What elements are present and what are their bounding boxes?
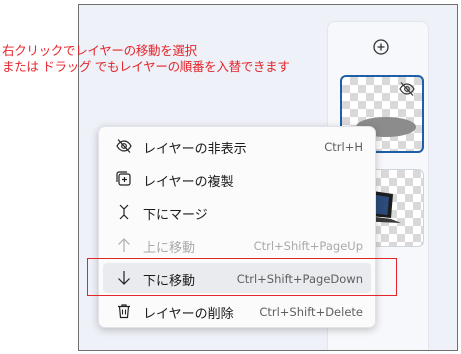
trash-icon	[118, 304, 130, 319]
menu-item-duplicate-layer[interactable]: レイヤーの複製	[103, 164, 371, 194]
menu-item-label: レイヤーの非表示	[143, 142, 247, 157]
merge-down-icon	[119, 204, 129, 220]
eye-off-icon[interactable]	[398, 81, 416, 97]
menu-item-move-up[interactable]: 上に移動 Ctrl+Shift+PageUp	[103, 230, 371, 260]
menu-item-shortcut: Ctrl+Shift+Delete	[259, 305, 363, 319]
plus-circle-icon[interactable]	[372, 38, 390, 56]
menu-item-label: 下にマージ	[143, 208, 208, 223]
menu-item-hide-layer[interactable]: レイヤーの非表示 Ctrl+H	[103, 131, 371, 161]
annotation-line-2: または ドラッグ でもレイヤーの順番を入替できます	[2, 59, 290, 74]
menu-item-label: 上に移動	[143, 241, 196, 256]
highlight-box	[87, 258, 397, 296]
menu-item-label: レイヤーの削除	[143, 307, 234, 322]
duplicate-icon	[116, 171, 131, 186]
menu-item-shortcut: Ctrl+Shift+PageUp	[253, 239, 363, 253]
eye-off-icon	[116, 139, 132, 153]
layer-context-menu: レイヤーの非表示 Ctrl+H レイヤーの複製 下にマージ 上に移動 Ctrl+…	[98, 126, 376, 328]
menu-item-shortcut: Ctrl+H	[324, 140, 363, 154]
menu-item-merge-down[interactable]: 下にマージ	[103, 197, 371, 227]
arrow-up-icon	[118, 238, 130, 252]
menu-item-label: レイヤーの複製	[143, 175, 234, 190]
menu-item-delete-layer[interactable]: レイヤーの削除 Ctrl+Shift+Delete	[103, 296, 371, 326]
